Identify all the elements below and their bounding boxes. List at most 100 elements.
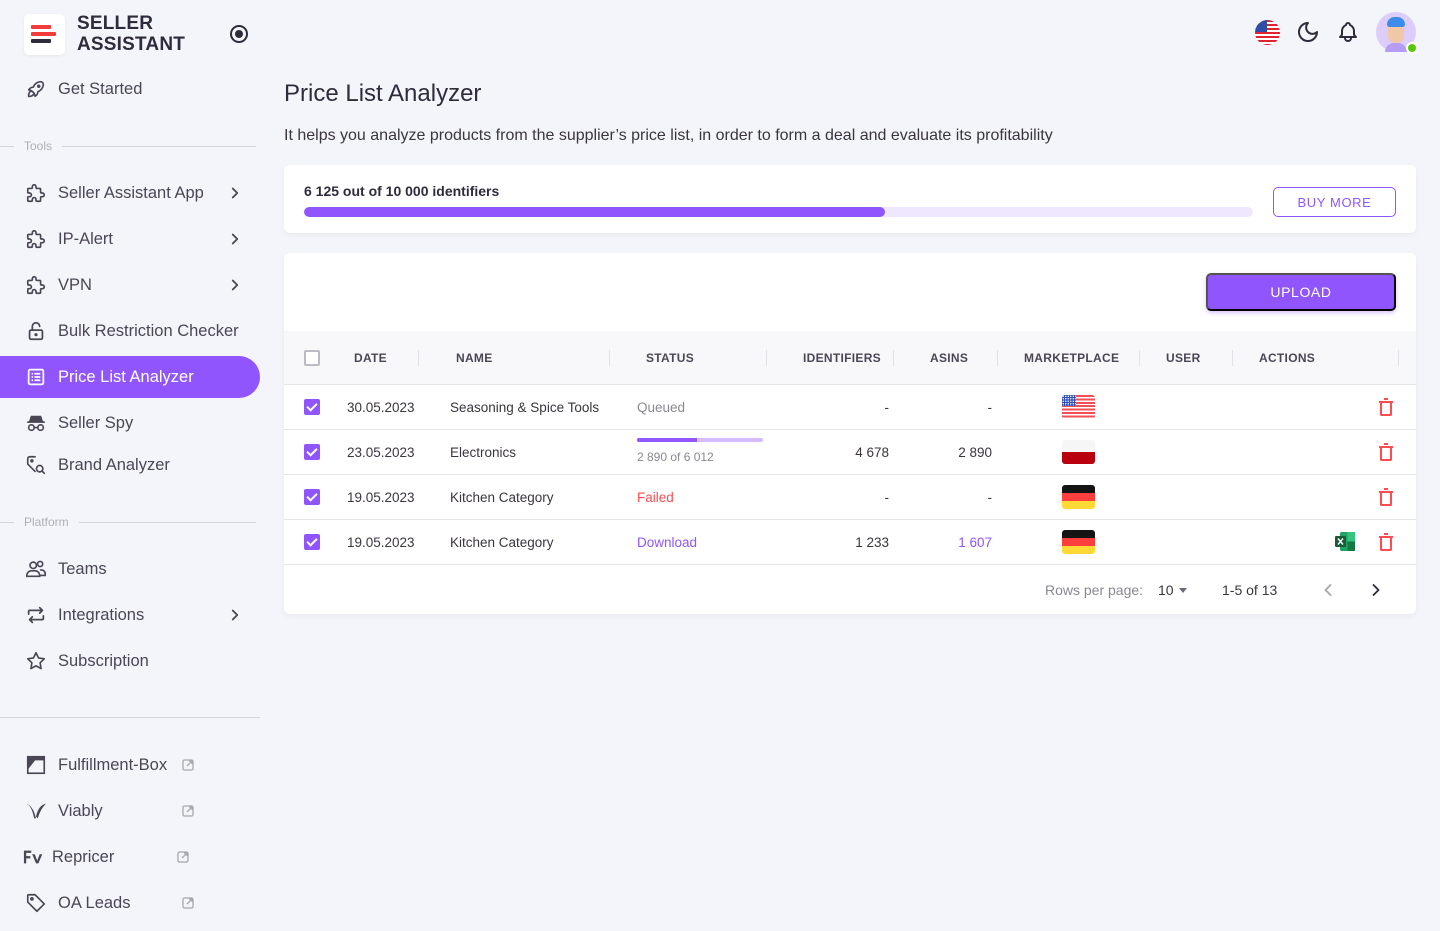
star-icon	[24, 649, 48, 673]
row-progress-fill	[637, 437, 698, 442]
sidebar-item-label: OA Leads	[58, 893, 131, 912]
cell-name: Seasoning & Spice Tools	[450, 399, 600, 415]
buy-more-button[interactable]: BUY MORE	[1273, 187, 1396, 217]
sidebar-item-bulk-restriction-checker[interactable]: Bulk Restriction Checker	[0, 310, 260, 352]
cell-name: Kitchen Category	[450, 534, 554, 550]
cell-name: Kitchen Category	[450, 489, 554, 505]
quota-progress-fill	[304, 207, 886, 217]
sidebar-item-viably[interactable]: Viably	[0, 790, 260, 832]
column-header-status[interactable]: STATUS	[646, 331, 694, 385]
brand-line-1: SELLER	[77, 13, 154, 34]
delete-icon[interactable]	[1379, 443, 1393, 461]
delete-icon[interactable]	[1379, 488, 1393, 506]
table-row[interactable]: 19.05.2023 Kitchen Category Failed - -	[284, 475, 1416, 520]
section-label-text: Tools	[24, 139, 53, 153]
table-row[interactable]: 30.05.2023 Seasoning & Spice Tools Queue…	[284, 385, 1416, 430]
sidebar-item-label: Teams	[58, 559, 107, 578]
caret-down-icon[interactable]	[1179, 588, 1187, 593]
flag-de-icon	[1062, 485, 1095, 509]
cell-identifiers: 4 678	[855, 444, 889, 460]
brand-name: SELLER ASSISTANT	[77, 13, 185, 55]
rows-per-page-label: Rows per page:	[1045, 582, 1144, 598]
cell-date: 19.05.2023	[347, 489, 415, 505]
sidebar-item-label: Brand Analyzer	[58, 455, 170, 474]
tag-icon	[24, 891, 48, 915]
column-header-user[interactable]: USER	[1166, 331, 1201, 385]
quota-card: 6 125 out of 10 000 identifiers BUY MORE	[284, 165, 1416, 233]
column-header-actions: ACTIONS	[1259, 351, 1316, 365]
sidebar-item-label: Seller Assistant App	[58, 183, 204, 202]
table-header: DATE NAME STATUS IDENTIFIERS ASINS MARKE…	[284, 331, 1416, 385]
sidebar-item-seller-assistant-app[interactable]: Seller Assistant App	[0, 172, 260, 214]
status-download[interactable]: Download	[637, 520, 697, 564]
external-link-icon	[182, 805, 194, 817]
sidebar-pin-toggle-icon[interactable]	[230, 25, 248, 43]
sidebar-item-oa-leads[interactable]: OA Leads	[0, 882, 260, 924]
user-avatar[interactable]	[1376, 12, 1418, 54]
sidebar-item-label: Repricer	[52, 847, 115, 866]
sidebar-item-ip-alert[interactable]: IP-Alert	[0, 218, 260, 260]
sidebar-item-label: Get Started	[58, 79, 143, 98]
delete-icon[interactable]	[1379, 533, 1393, 551]
cell-date: 30.05.2023	[347, 399, 415, 415]
cell-name: Electronics	[450, 444, 517, 460]
online-status-badge	[1406, 42, 1418, 54]
sidebar-item-integrations[interactable]: Integrations	[0, 594, 260, 636]
external-link-icon	[182, 759, 194, 771]
cell-date: 23.05.2023	[347, 444, 415, 460]
column-header-name[interactable]: NAME	[456, 331, 493, 385]
sidebar-item-label: IP-Alert	[58, 229, 114, 248]
section-label-platform: Platform	[0, 515, 260, 529]
sidebar-item-price-list-analyzer[interactable]: Price List Analyzer	[0, 356, 260, 398]
select-all-checkbox[interactable]	[304, 350, 320, 366]
sidebar-item-seller-spy[interactable]: Seller Spy	[0, 402, 260, 444]
sidebar-item-subscription[interactable]: Subscription	[0, 640, 260, 682]
sidebar-item-repricer[interactable]: Repricer	[0, 836, 260, 878]
sidebar-item-label: Viably	[58, 801, 103, 820]
bell-icon[interactable]	[1336, 20, 1360, 44]
sidebar-item-get-started[interactable]: Get Started	[0, 68, 260, 110]
chevron-right-icon	[231, 187, 239, 199]
brand[interactable]: SELLER ASSISTANT	[24, 13, 185, 55]
sidebar-item-label: Bulk Restriction Checker	[58, 321, 239, 340]
sidebar-item-brand-analyzer[interactable]: Brand Analyzer	[0, 444, 260, 486]
row-checkbox[interactable]	[304, 399, 320, 415]
sidebar-item-vpn[interactable]: VPN	[0, 264, 260, 306]
next-page-button[interactable]	[1366, 580, 1386, 600]
pagination: Rows per page: 10 1-5 of 13	[284, 566, 1416, 614]
column-header-marketplace[interactable]: MARKETPLACE	[1024, 331, 1119, 385]
rows-per-page-select[interactable]: 10	[1158, 582, 1174, 598]
table-row[interactable]: 23.05.2023 Electronics 2 890 of 6 012 4 …	[284, 430, 1416, 475]
sidebar-item-label: VPN	[58, 275, 92, 294]
excel-download-icon[interactable]	[1335, 532, 1355, 551]
delete-icon[interactable]	[1379, 398, 1393, 416]
language-flag-us-icon[interactable]	[1255, 19, 1280, 45]
brand-line-2: ASSISTANT	[77, 34, 186, 55]
repeat-icon	[24, 603, 48, 627]
cell-identifiers: 1 233	[855, 534, 889, 550]
row-checkbox[interactable]	[304, 444, 320, 460]
sidebar-item-teams[interactable]: Teams	[0, 548, 260, 590]
row-checkbox[interactable]	[304, 489, 320, 505]
status-progress: 2 890 of 6 012	[637, 430, 763, 474]
column-header-asins[interactable]: ASINS	[930, 331, 968, 385]
row-checkbox[interactable]	[304, 534, 320, 550]
table-row[interactable]: 19.05.2023 Kitchen Category Download 1 2…	[284, 520, 1416, 565]
sidebar-item-fulfillment-box[interactable]: Fulfillment-Box	[0, 744, 260, 786]
chevron-right-icon	[231, 609, 239, 621]
previous-page-button[interactable]	[1318, 580, 1338, 600]
chevron-right-icon	[231, 233, 239, 245]
moon-icon[interactable]	[1296, 20, 1320, 44]
column-header-identifiers[interactable]: IDENTIFIERS	[803, 331, 881, 385]
puzzle-icon	[24, 181, 48, 205]
column-header-date[interactable]: DATE	[354, 331, 387, 385]
page-title: Price List Analyzer	[284, 80, 482, 107]
puzzle-icon	[24, 227, 48, 251]
sidebar-item-label: Integrations	[58, 605, 145, 624]
upload-button[interactable]: UPLOAD	[1206, 273, 1396, 311]
cell-asins: -	[987, 489, 993, 505]
quota-progress-bar	[304, 207, 1253, 217]
users-icon	[24, 557, 48, 581]
cell-date: 19.05.2023	[347, 534, 415, 550]
cell-asins[interactable]: 1 607	[904, 520, 992, 564]
